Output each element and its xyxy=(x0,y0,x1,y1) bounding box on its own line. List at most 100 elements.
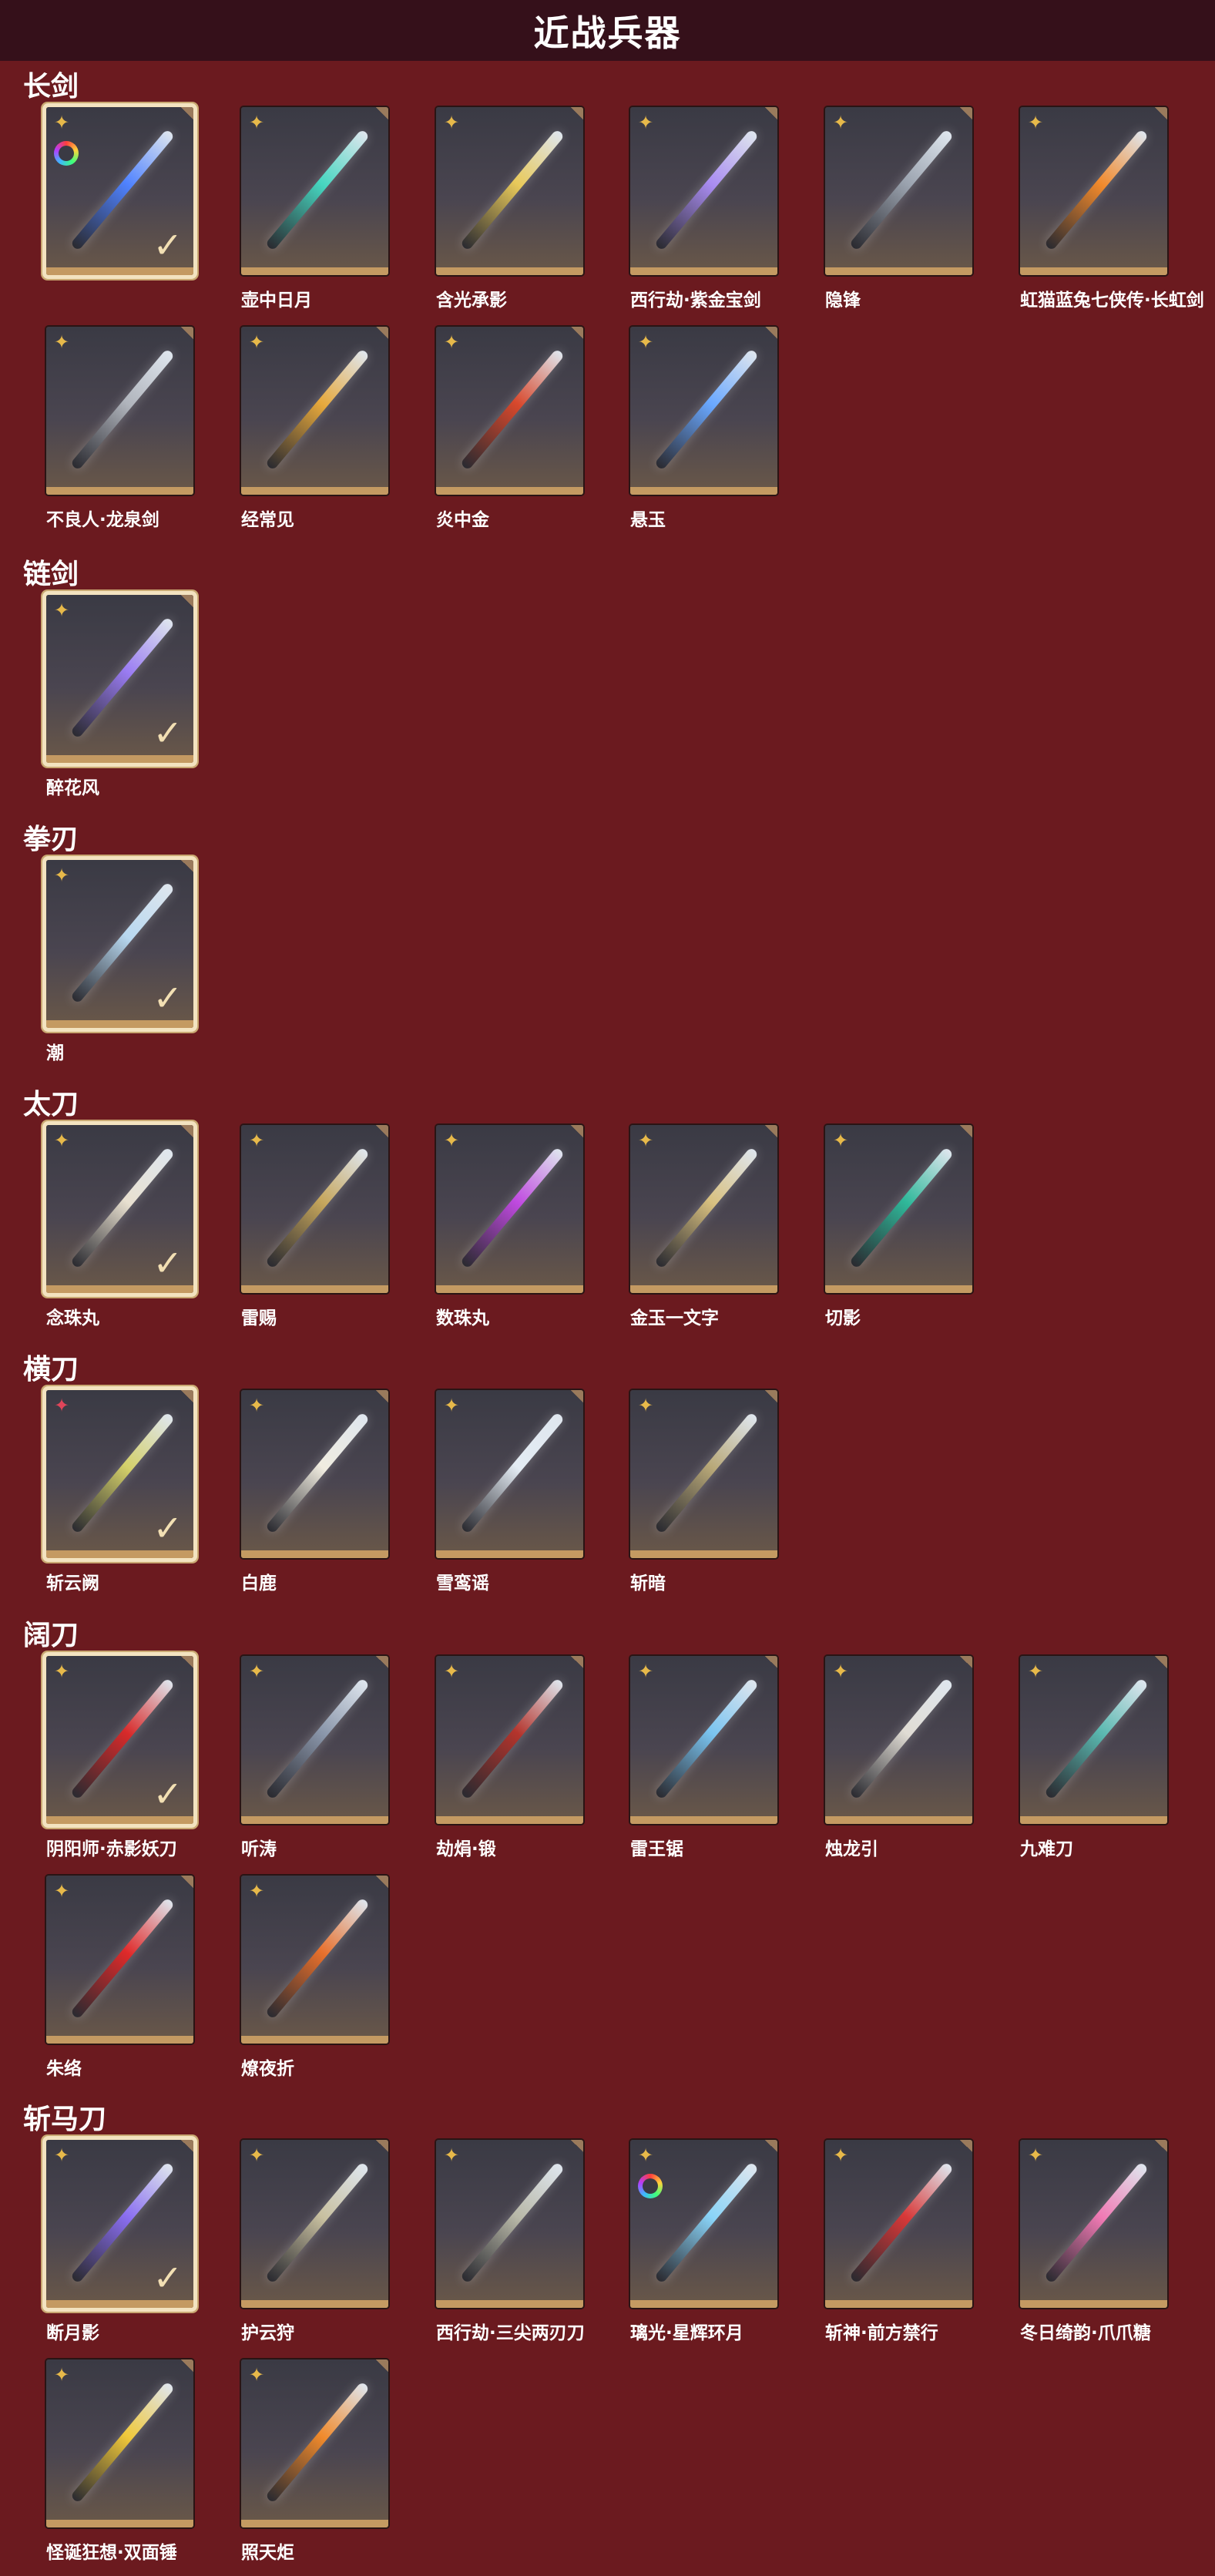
weapon-thumbnail[interactable]: ✦ xyxy=(436,1125,583,1293)
weapon-card[interactable]: ✦ 雪鸾谣 xyxy=(436,1390,583,1594)
weapon-thumbnail[interactable]: ✦ xyxy=(46,327,193,495)
weapon-card[interactable]: ✦ ✓ 醉花风 xyxy=(46,595,193,798)
rarity-star-icon: ✦ xyxy=(54,2364,70,2386)
corner-tab-icon xyxy=(765,1390,777,1402)
weapon-thumbnail[interactable]: ✦ xyxy=(436,1390,583,1558)
weapon-card[interactable]: ✦ 悬玉 xyxy=(630,327,777,530)
weapon-card[interactable]: ✦ 斩神·前方禁行 xyxy=(825,2140,972,2343)
weapon-thumbnail[interactable]: ✦ xyxy=(1020,1656,1167,1824)
corner-tab-icon xyxy=(1155,2140,1167,2152)
corner-tab-icon xyxy=(376,1656,388,1668)
weapon-thumbnail[interactable]: ✦ xyxy=(1020,107,1167,275)
weapon-thumbnail[interactable]: ✦ ✓ xyxy=(46,107,193,275)
weapon-thumbnail[interactable]: ✦ xyxy=(241,1656,388,1824)
rarity-star-icon: ✦ xyxy=(444,112,460,133)
weapon-card[interactable]: ✦ 九难刀 xyxy=(1020,1656,1167,1859)
weapon-name: 金玉一文字 xyxy=(630,1308,719,1328)
corner-tab-icon xyxy=(376,2359,388,2372)
weapon-thumbnail[interactable]: ✦ xyxy=(241,2140,388,2308)
weapon-card[interactable]: ✦ 不良人·龙泉剑 xyxy=(46,327,193,530)
weapon-card[interactable]: ✦ 斩暗 xyxy=(630,1390,777,1594)
weapon-card[interactable]: ✦ ✓ 潮 xyxy=(46,860,193,1063)
weapon-card[interactable]: ✦ ✓ 断月影 xyxy=(46,2140,193,2343)
weapon-art-icon xyxy=(848,2161,955,2284)
weapon-thumbnail[interactable]: ✦ xyxy=(241,107,388,275)
weapon-thumbnail[interactable]: ✦ ✓ xyxy=(46,860,193,1028)
weapon-card[interactable]: ✦ 烛龙引 xyxy=(825,1656,972,1859)
corner-tab-icon xyxy=(571,1390,583,1402)
weapon-card[interactable]: ✦ 雷赐 xyxy=(241,1125,388,1328)
weapon-thumbnail[interactable]: ✦ xyxy=(825,2140,972,2308)
weapon-card[interactable]: ✦ 壶中日月 xyxy=(241,107,388,311)
weapon-art-icon xyxy=(653,2161,760,2284)
weapon-thumbnail[interactable]: ✦ ✓ xyxy=(46,2140,193,2308)
weapon-thumbnail[interactable]: ✦ xyxy=(825,1125,972,1293)
corner-tab-icon xyxy=(960,2140,972,2152)
weapon-art-icon xyxy=(264,348,371,471)
weapon-thumbnail[interactable]: ✦ xyxy=(46,2359,193,2527)
weapon-thumbnail[interactable]: ✦ xyxy=(630,107,777,275)
weapon-card[interactable]: ✦ 璃光·星辉环月 xyxy=(630,2140,777,2343)
rarity-star-icon: ✦ xyxy=(54,1130,70,1151)
corner-tab-icon xyxy=(376,327,388,339)
weapon-card[interactable]: ✦ 照天炬 xyxy=(241,2359,388,2563)
weapon-card[interactable]: ✦ ✓ xyxy=(46,107,193,285)
weapon-card[interactable]: ✦ ✓ 念珠丸 xyxy=(46,1125,193,1328)
weapon-thumbnail[interactable]: ✦ xyxy=(630,1125,777,1293)
weapon-card[interactable]: ✦ 金玉一文字 xyxy=(630,1125,777,1328)
weapon-thumbnail[interactable]: ✦ xyxy=(630,1390,777,1558)
weapon-thumbnail[interactable]: ✦ xyxy=(241,1876,388,2044)
weapon-card[interactable]: ✦ 朱络 xyxy=(46,1876,193,2079)
weapon-thumbnail[interactable]: ✦ xyxy=(436,2140,583,2308)
weapon-name: 西行劫·紫金宝剑 xyxy=(630,291,761,311)
section-title: 横刀 xyxy=(23,1354,79,1385)
rarity-star-icon: ✦ xyxy=(638,112,654,133)
weapon-thumbnail[interactable]: ✦ xyxy=(1020,2140,1167,2308)
weapon-card[interactable]: ✦ ✓ 斩云阙 xyxy=(46,1390,193,1594)
weapon-thumbnail[interactable]: ✦ ✓ xyxy=(46,1125,193,1293)
weapon-card[interactable]: ✦ 劫焆·锻 xyxy=(436,1656,583,1859)
weapon-card[interactable]: ✦ 白鹿 xyxy=(241,1390,388,1594)
weapon-thumbnail[interactable]: ✦ xyxy=(46,1876,193,2044)
weapon-card[interactable]: ✦ 雷王锯 xyxy=(630,1656,777,1859)
weapon-thumbnail[interactable]: ✦ xyxy=(241,1125,388,1293)
weapon-thumbnail[interactable]: ✦ xyxy=(630,2140,777,2308)
weapon-card[interactable]: ✦ 隐锋 xyxy=(825,107,972,311)
weapon-card[interactable]: ✦ 西行劫·三尖两刃刀 xyxy=(436,2140,585,2343)
weapon-thumbnail[interactable]: ✦ xyxy=(825,107,972,275)
weapon-thumbnail[interactable]: ✦ xyxy=(241,1390,388,1558)
weapon-thumbnail[interactable]: ✦ xyxy=(241,2359,388,2527)
weapon-thumbnail[interactable]: ✦ ✓ xyxy=(46,1656,193,1824)
weapon-name: 璃光·星辉环月 xyxy=(630,2323,743,2343)
weapon-card[interactable]: ✦ 虹猫蓝兔七侠传·长虹剑 xyxy=(1020,107,1204,311)
weapon-thumbnail[interactable]: ✦ xyxy=(630,1656,777,1824)
weapon-card[interactable]: ✦ 燎夜折 xyxy=(241,1876,388,2079)
weapon-art-icon xyxy=(848,1678,955,1800)
weapon-thumbnail[interactable]: ✦ ✓ xyxy=(46,595,193,763)
weapon-card[interactable]: ✦ 经常见 xyxy=(241,327,388,530)
weapon-thumbnail[interactable]: ✦ xyxy=(241,327,388,495)
weapon-card[interactable]: ✦ 数珠丸 xyxy=(436,1125,583,1328)
weapon-thumbnail[interactable]: ✦ xyxy=(436,1656,583,1824)
weapon-art-icon xyxy=(264,1147,371,1269)
weapon-art-icon xyxy=(653,1678,760,1800)
weapon-thumbnail[interactable]: ✦ xyxy=(825,1656,972,1824)
weapon-card[interactable]: ✦ 怪诞狂想·双面锤 xyxy=(46,2359,193,2563)
weapon-card[interactable]: ✦ 听涛 xyxy=(241,1656,388,1859)
weapon-thumbnail[interactable]: ✦ xyxy=(630,327,777,495)
section-title: 长剑 xyxy=(23,71,79,102)
rarity-star-icon: ✦ xyxy=(444,1395,460,1416)
corner-tab-icon xyxy=(1155,107,1167,119)
rarity-star-icon: ✦ xyxy=(833,2144,849,2166)
weapon-card[interactable]: ✦ 含光承影 xyxy=(436,107,583,311)
weapon-card[interactable]: ✦ 炎中金 xyxy=(436,327,583,530)
weapon-thumbnail[interactable]: ✦ ✓ xyxy=(46,1390,193,1558)
weapon-card[interactable]: ✦ 切影 xyxy=(825,1125,972,1328)
weapon-name: 西行劫·三尖两刃刀 xyxy=(436,2323,585,2343)
weapon-card[interactable]: ✦ 冬日绮韵·爪爪糖 xyxy=(1020,2140,1167,2343)
weapon-card[interactable]: ✦ 西行劫·紫金宝剑 xyxy=(630,107,777,311)
weapon-card[interactable]: ✦ 护云狩 xyxy=(241,2140,388,2343)
weapon-thumbnail[interactable]: ✦ xyxy=(436,327,583,495)
weapon-card[interactable]: ✦ ✓ 阴阳师·赤影妖刀 xyxy=(46,1656,193,1859)
weapon-thumbnail[interactable]: ✦ xyxy=(436,107,583,275)
